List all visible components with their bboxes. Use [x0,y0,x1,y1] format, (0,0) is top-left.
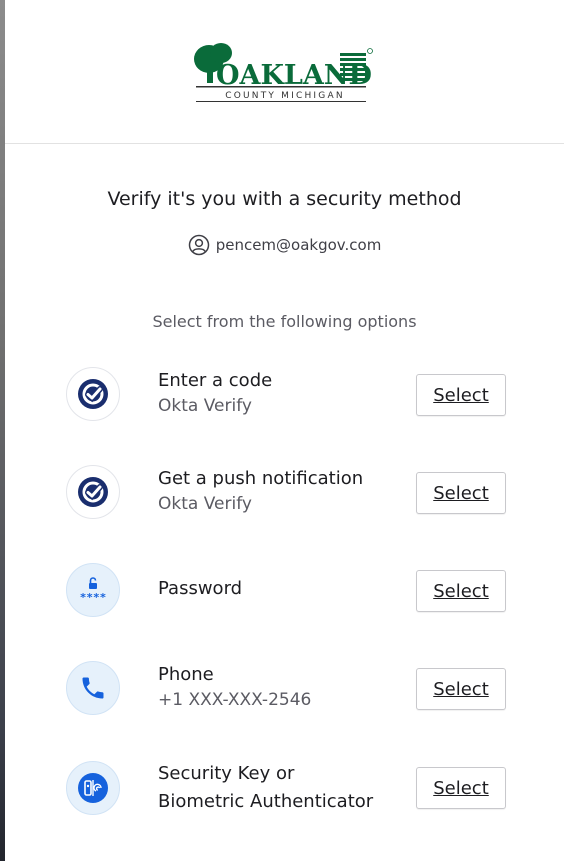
option-label-line2: Biometric Authenticator [158,791,374,812]
option-text: Get a push notification Okta Verify [158,466,363,516]
option-label: Password [158,578,243,599]
svg-text:****: **** [80,591,107,604]
authenticator-option-security-key: Security Key or Biometric Authenticator … [5,750,564,830]
option-label: Phone [158,664,214,685]
authenticator-option-password: **** Password Select [5,552,564,632]
select-button-security-key[interactable]: Select [416,767,506,809]
security-key-icon [66,761,120,815]
select-button-enter-code[interactable]: Select [416,374,506,416]
user-email: pencem@oakgov.com [215,236,382,254]
option-sublabel: Okta Verify [158,494,252,514]
user-icon [188,234,209,256]
authenticator-option-enter-code: Enter a code Okta Verify Select [5,356,564,436]
phone-icon [66,661,120,715]
option-text: Security Key or Biometric Authenticator [158,760,373,816]
auth-card: OAKLAND COUNTY MICHIGAN Verify it's you … [5,0,564,861]
select-button-phone[interactable]: Select [416,668,506,710]
option-sublabel: Okta Verify [158,396,252,416]
option-label: Get a push notification [158,468,364,489]
option-sublabel: +1 XXX-XXX-2546 [158,690,312,710]
authenticator-option-push: Get a push notification Okta Verify Sele… [5,454,564,534]
select-button-push[interactable]: Select [416,472,506,514]
option-label: Security Key or [158,763,295,784]
password-icon: **** [66,563,120,617]
okta-verify-icon [66,465,120,519]
oakland-county-logo: OAKLAND COUNTY MICHIGAN [193,42,373,102]
options-subtitle: Select from the following options [152,312,417,331]
option-text: Enter a code Okta Verify [158,368,272,418]
svg-text:COUNTY MICHIGAN: COUNTY MICHIGAN [225,91,345,101]
select-button-password[interactable]: Select [416,570,506,612]
user-identifier: pencem@oakgov.com [5,234,564,256]
authenticator-option-phone: Phone +1 XXX-XXX-2546 Select [5,650,564,730]
option-text: Phone +1 XXX-XXX-2546 [158,662,311,712]
header: OAKLAND COUNTY MICHIGAN [5,0,564,144]
page-title: Verify it's you with a security method [107,188,462,210]
option-label: Enter a code [158,370,273,391]
okta-verify-icon [66,367,120,421]
option-text: Password [158,576,242,602]
